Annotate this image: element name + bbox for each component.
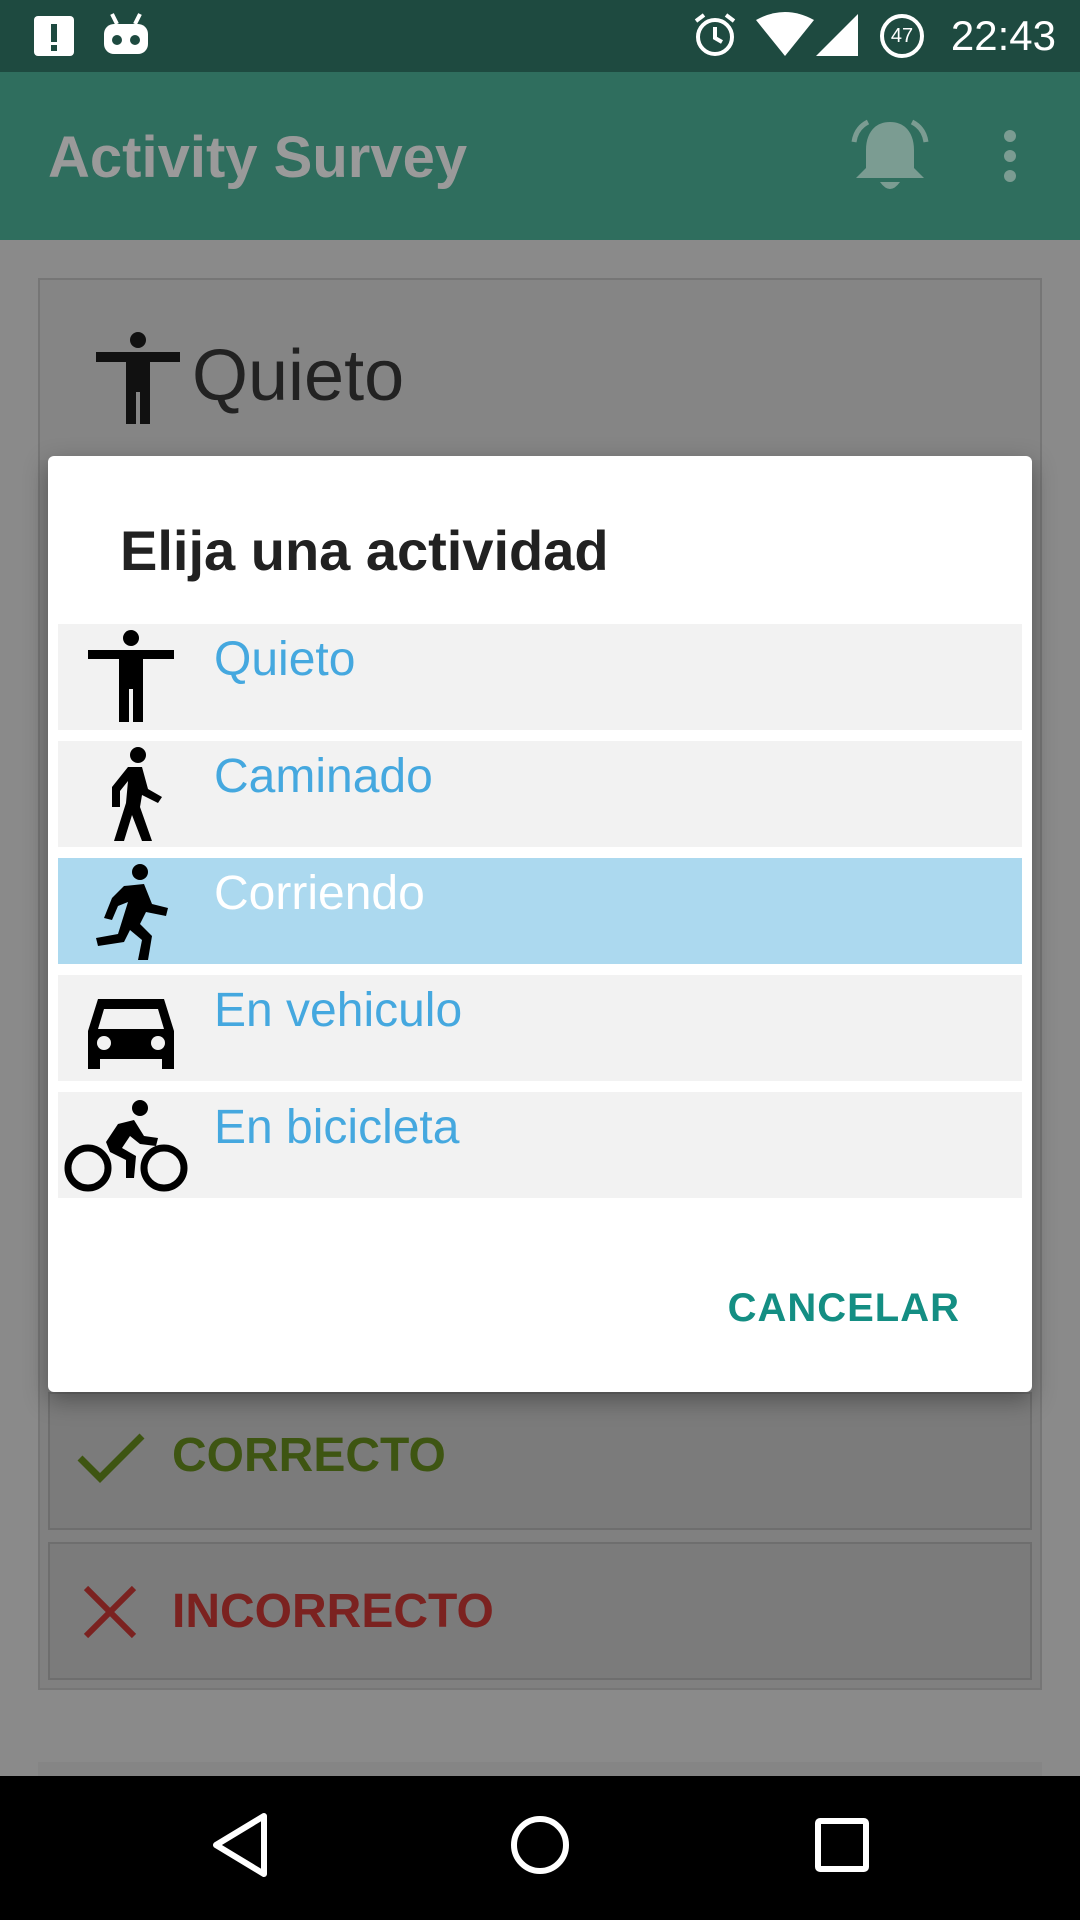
dialog-title: Elija una actividad — [120, 519, 609, 582]
notification-bell-icon[interactable] — [848, 116, 932, 200]
activity-item-corriendo[interactable]: Corriendo — [58, 858, 1022, 964]
standing-person-icon — [88, 630, 174, 722]
car-icon — [88, 999, 174, 1069]
current-activity-label: Quieto — [192, 336, 405, 416]
correct-label: CORRECTO — [172, 1429, 446, 1482]
home-icon[interactable] — [508, 1812, 572, 1878]
recents-icon[interactable] — [812, 1812, 872, 1878]
alert-notification-icon — [34, 16, 74, 56]
activity-picker-dialog: Elija una actividad Quieto Caminado Corr… — [48, 456, 1032, 1392]
battery-icon: 47 — [880, 14, 924, 58]
activity-label: Corriendo — [214, 867, 425, 920]
bicycle-icon — [64, 1100, 188, 1192]
back-icon[interactable] — [210, 1812, 270, 1878]
close-icon — [83, 1585, 137, 1639]
activity-label: En vehiculo — [214, 984, 463, 1037]
current-activity-header — [40, 280, 1040, 460]
app-title: Activity Survey — [48, 125, 468, 190]
android-icon — [104, 13, 148, 54]
activity-label: Quieto — [214, 633, 356, 686]
check-icon — [77, 1433, 145, 1483]
activity-item-vehiculo[interactable]: En vehiculo — [58, 975, 1022, 1081]
battery-level: 47 — [890, 25, 914, 47]
activity-label: Caminado — [214, 750, 433, 803]
cell-signal-icon — [816, 14, 858, 56]
running-person-icon — [96, 864, 168, 960]
incorrect-label: INCORRECTO — [172, 1585, 494, 1638]
cancel-button[interactable]: CANCELAR — [728, 1286, 960, 1331]
wifi-icon — [756, 12, 814, 56]
alarm-icon — [694, 13, 736, 56]
activity-item-quieto[interactable]: Quieto — [58, 624, 1022, 730]
walking-person-icon — [112, 747, 162, 841]
activity-label: En bicicleta — [214, 1101, 460, 1154]
activity-item-bicicleta[interactable]: En bicicleta — [58, 1092, 1022, 1198]
standing-person-icon — [96, 332, 180, 424]
activity-item-caminado[interactable]: Caminado — [58, 741, 1022, 847]
overflow-menu-icon[interactable] — [1000, 130, 1020, 182]
navigation-bar — [0, 1776, 1080, 1920]
clock: 22:43 — [950, 12, 1056, 59]
status-bar: 47 22:43 — [0, 0, 1080, 72]
